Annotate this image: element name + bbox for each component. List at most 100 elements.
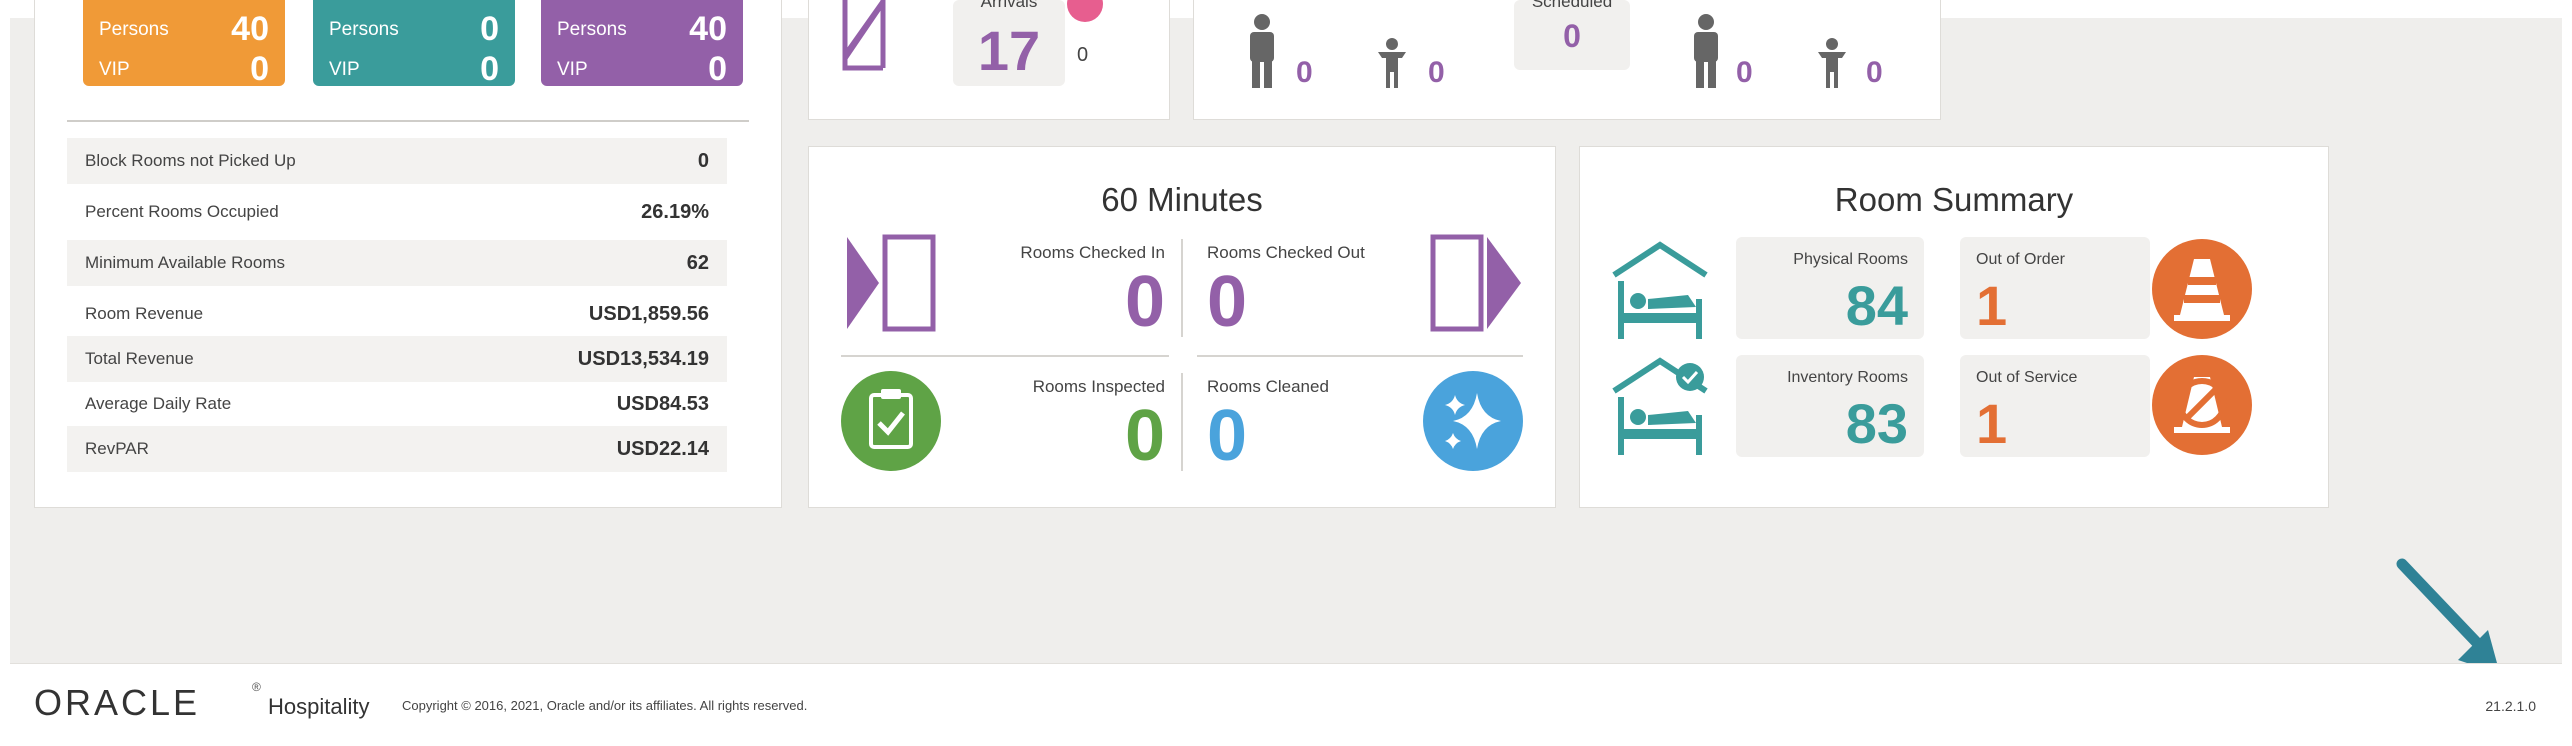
horizontal-divider-right xyxy=(1197,355,1523,357)
child-person-icon xyxy=(1818,38,1846,88)
inspected-label: Rooms Inspected xyxy=(1032,377,1165,396)
stat-label: RevPAR xyxy=(85,439,149,458)
panel-title: Room Summary xyxy=(1834,181,2074,218)
arrivals-bubble: Arrivals 17 xyxy=(953,0,1065,86)
traffic-cone-icon xyxy=(2152,239,2252,339)
copyright-text: Copyright © 2016, 2021, Oracle and/or it… xyxy=(402,698,808,713)
sparkle-icon xyxy=(1423,371,1523,471)
tile-persons-value: 0 xyxy=(480,10,499,48)
physical-rooms-value: 84 xyxy=(1845,274,1908,337)
stat-row: Minimum Available Rooms 62 xyxy=(67,240,727,286)
adult-person-icon xyxy=(1694,14,1718,88)
inventory-rooms-value: 83 xyxy=(1845,392,1908,455)
stat-value: 0 xyxy=(697,149,709,172)
out-of-order-label: Out of Order xyxy=(1976,251,2065,268)
tile-vip-value: 0 xyxy=(480,50,499,88)
scheduled-bubble: Scheduled 0 xyxy=(1514,0,1630,70)
tile-inhouse-persons[interactable]: Persons 40 VIP 0 xyxy=(541,0,743,88)
bed-house-check-icon xyxy=(1612,357,1708,455)
statistics-panel: Persons 40 VIP 0 Persons 0 VIP 0 Persons 40 V… xyxy=(34,0,782,508)
sixty-minutes-panel: 60 Minutes Rooms Checked In 0 Rooms Chec… xyxy=(808,146,1556,508)
child-person-icon xyxy=(1378,38,1406,88)
product-name: Hospitality xyxy=(268,694,370,719)
vertical-divider xyxy=(1181,239,1183,337)
inventory-rooms-bubble: Inventory Rooms 83 xyxy=(1736,355,1924,457)
tile-persons-label: Persons xyxy=(329,18,399,40)
stat-label: Average Daily Rate xyxy=(85,394,232,413)
inspected-value: 0 xyxy=(1124,396,1165,476)
arrivals-value: 17 xyxy=(977,19,1041,82)
annotation-arrow-icon xyxy=(2396,558,2500,674)
arrivals-label: Arrivals xyxy=(980,0,1038,11)
cleaned-value: 0 xyxy=(1207,396,1248,476)
out-of-order-value: 1 xyxy=(1976,274,2008,337)
stat-row: RevPAR USD22.14 xyxy=(67,426,727,472)
clipboard-check-icon xyxy=(841,371,941,471)
stat-label: Percent Rooms Occupied xyxy=(85,202,279,221)
adults-count: 0 xyxy=(1736,56,1753,89)
stat-row: Block Rooms not Picked Up 0 xyxy=(67,138,727,184)
tile-vip-label: VIP xyxy=(329,58,360,80)
adult-person-icon xyxy=(1250,14,1274,88)
out-of-service-label: Out of Service xyxy=(1976,369,2078,386)
stat-value: USD84.53 xyxy=(616,392,709,415)
oracle-logo: ORACLE xyxy=(34,682,201,723)
scheduled-label: Scheduled xyxy=(1531,0,1613,11)
physical-rooms-label: Physical Rooms xyxy=(1793,251,1908,268)
out-of-service-bubble: Out of Service 1 xyxy=(1960,355,2150,457)
stat-label: Total Revenue xyxy=(85,349,194,368)
children-count: 0 xyxy=(1866,56,1883,89)
checked-in-label: Rooms Checked In xyxy=(1020,243,1165,262)
checked-in-value: 0 xyxy=(1124,262,1165,342)
stat-row: Average Daily Rate USD84.53 xyxy=(67,381,727,427)
out-of-service-value: 1 xyxy=(1976,392,2008,455)
tile-persons-value: 40 xyxy=(231,10,269,48)
trademark-mark: ® xyxy=(252,680,261,694)
stat-label: Minimum Available Rooms xyxy=(85,253,285,272)
arrivals-badge-icon xyxy=(1067,0,1103,22)
stat-value: USD1,859.56 xyxy=(588,302,709,325)
physical-rooms-bubble: Physical Rooms 84 xyxy=(1736,237,1924,339)
scheduled-value: 0 xyxy=(1563,18,1581,54)
arrivals-badge-value: 0 xyxy=(1077,44,1089,66)
stat-value: USD13,534.19 xyxy=(577,347,709,370)
stat-row: Percent Rooms Occupied 26.19% xyxy=(67,189,727,235)
tile-vip-label: VIP xyxy=(557,58,588,80)
tile-persons-value: 40 xyxy=(689,10,727,48)
stat-row: Total Revenue USD13,534.19 xyxy=(67,336,727,382)
out-of-order-bubble: Out of Order 1 xyxy=(1960,237,2150,339)
footer: ORACLE ® Hospitality Copyright © 2016, 2… xyxy=(10,663,2562,731)
stat-label: Block Rooms not Picked Up xyxy=(85,151,296,170)
vertical-divider xyxy=(1181,373,1183,471)
horizontal-divider-left xyxy=(841,355,1169,357)
stat-value: USD22.14 xyxy=(616,437,709,460)
room-summary-panel: Room Summary Physical Rooms 84 Out of Or… xyxy=(1579,146,2329,508)
checked-out-value: 0 xyxy=(1207,262,1248,342)
no-service-cone-icon xyxy=(2152,355,2252,455)
tile-arrivals-persons[interactable]: Persons 40 VIP 0 xyxy=(83,0,285,88)
stat-row: Room Revenue USD1,859.56 xyxy=(67,291,727,337)
tile-vip-value: 0 xyxy=(250,50,269,88)
tile-vip-value: 0 xyxy=(708,50,727,88)
stat-label: Room Revenue xyxy=(85,304,204,323)
tile-persons-label: Persons xyxy=(557,18,627,40)
arrival-door-icon xyxy=(842,0,886,71)
check-out-door-icon xyxy=(1430,234,1521,332)
arrivals-panel: Arrivals 17 0 xyxy=(808,0,1170,120)
cleaned-label: Rooms Cleaned xyxy=(1207,377,1329,396)
panel-title: 60 Minutes xyxy=(1101,181,1263,218)
stat-value: 62 xyxy=(686,251,709,274)
check-in-door-icon xyxy=(847,234,936,332)
tile-vip-label: VIP xyxy=(99,58,130,80)
checked-out-label: Rooms Checked Out xyxy=(1207,243,1365,262)
tile-persons-label: Persons xyxy=(99,18,169,40)
tiles-divider xyxy=(67,120,749,122)
version-number: 21.2.1.0 xyxy=(2485,698,2536,714)
adults-count: 0 xyxy=(1296,56,1313,89)
guests-panel: 0 0 Scheduled 0 0 0 xyxy=(1193,0,1941,120)
tile-departures-persons[interactable]: Persons 0 VIP 0 xyxy=(313,0,515,88)
inventory-rooms-label: Inventory Rooms xyxy=(1787,369,1908,386)
children-count: 0 xyxy=(1428,56,1445,89)
bed-house-icon xyxy=(1612,241,1708,339)
stat-value: 26.19% xyxy=(641,200,709,223)
